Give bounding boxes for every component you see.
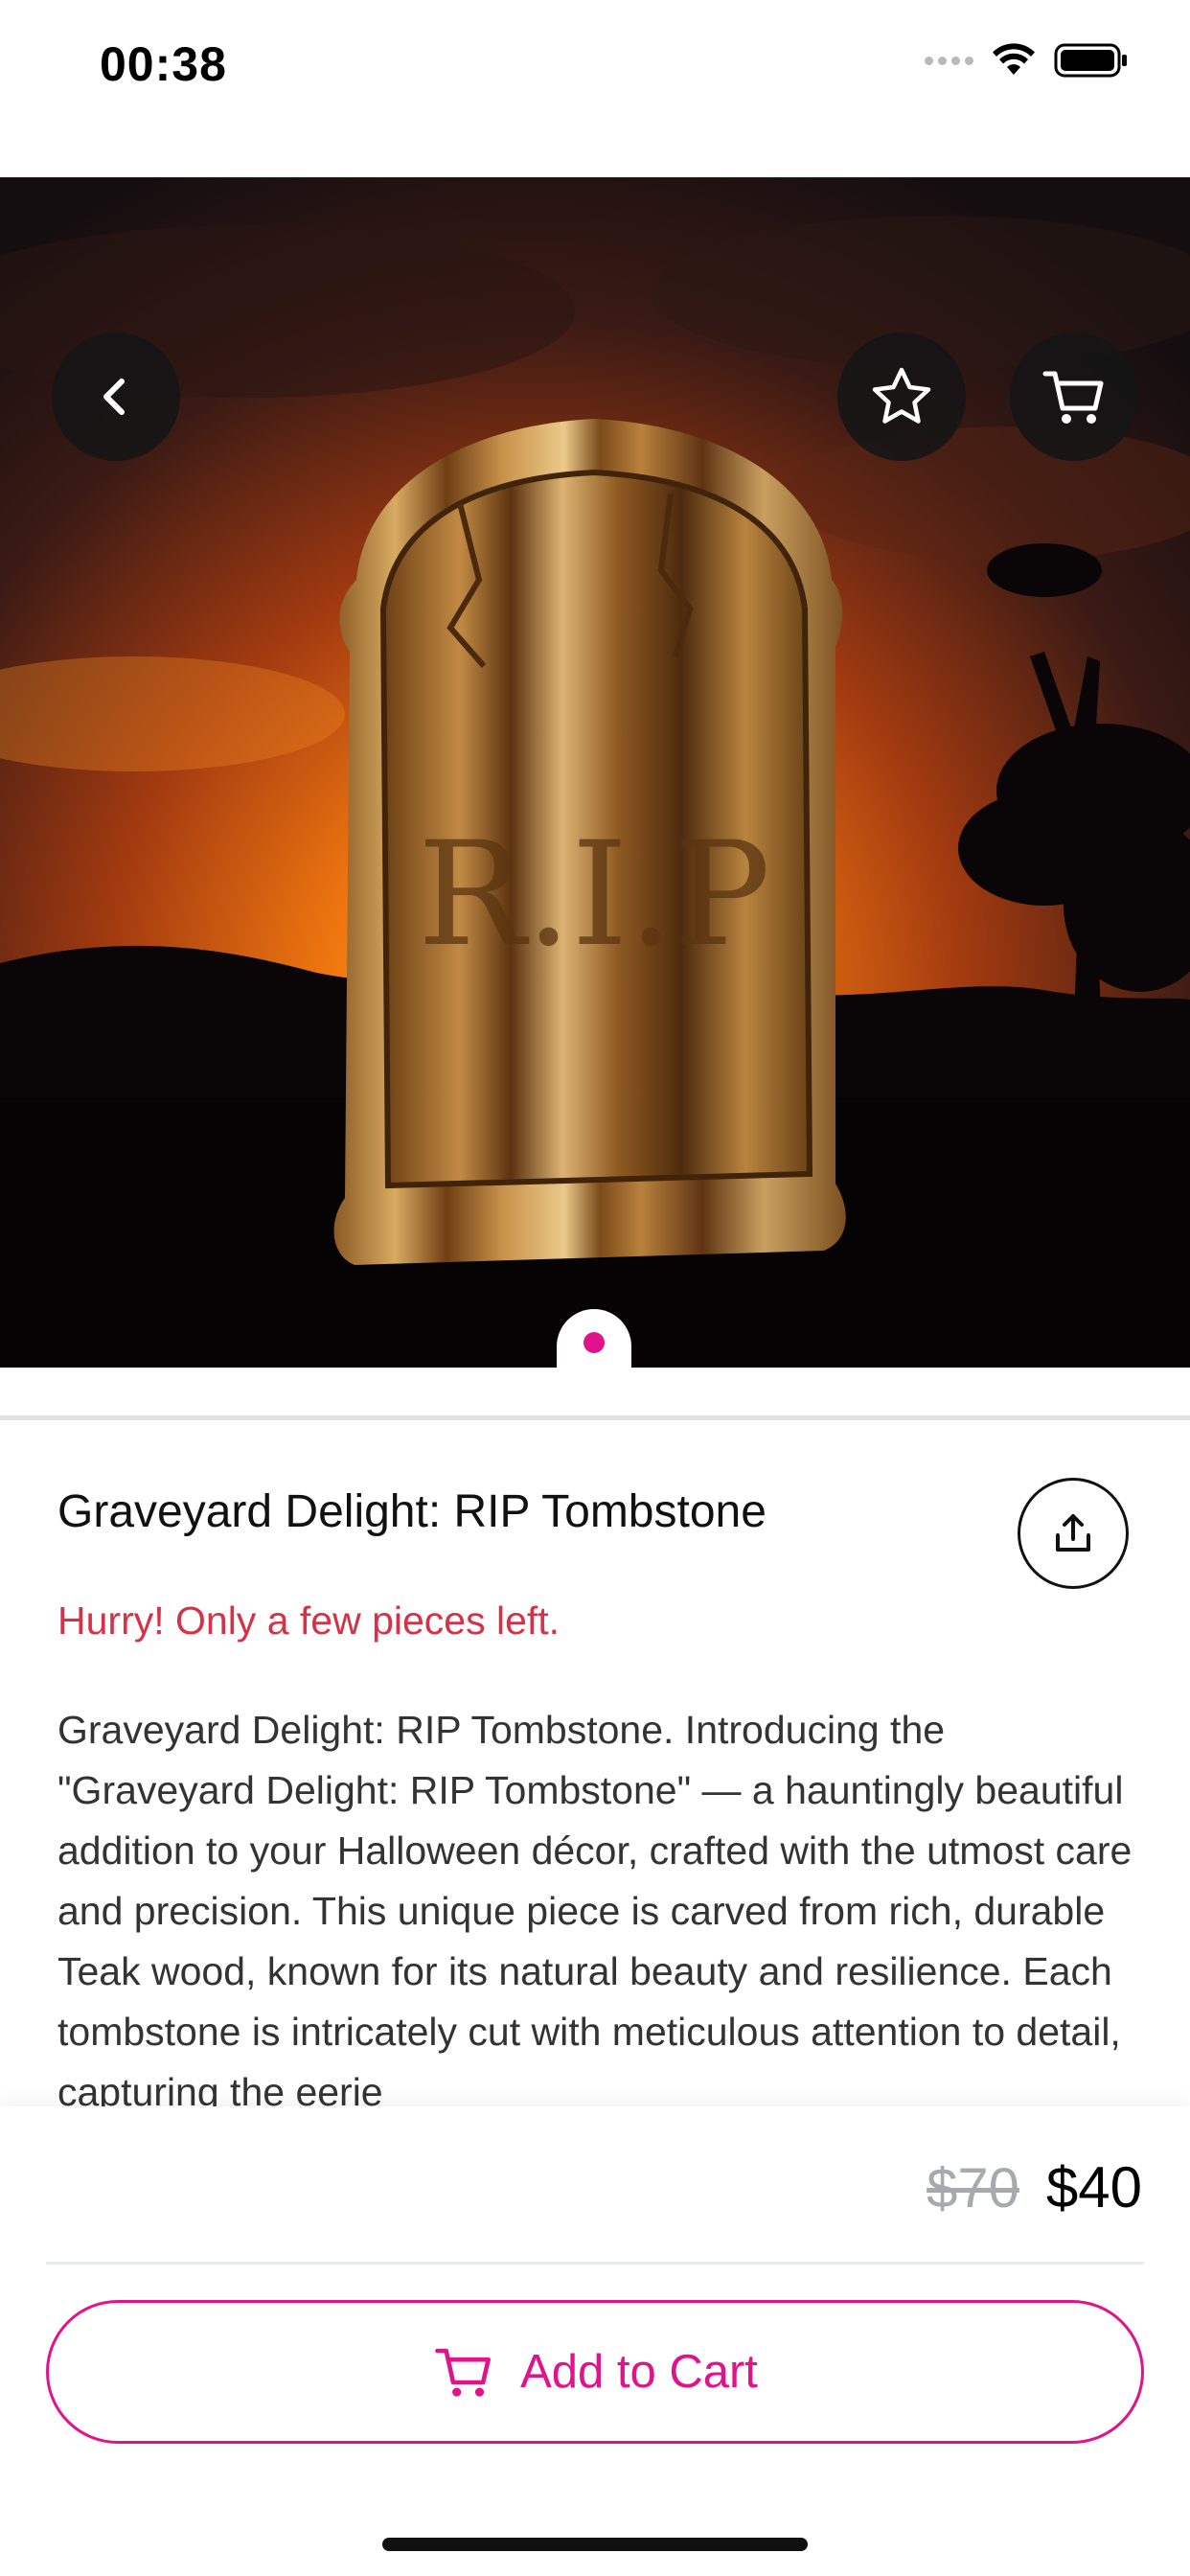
back-button[interactable] [52,333,180,461]
sale-price: $40 [1045,2155,1142,2220]
purchase-bar: $70 $40 Add to Cart [0,2106,1190,2576]
product-image-gallery[interactable]: R.I.P [0,177,1190,1368]
star-icon [872,367,931,424]
status-icons [925,42,1129,79]
stock-warning: Hurry! Only a few pieces left. [57,1598,561,1643]
tombstone-carving: R.I.P [418,812,770,978]
favorite-button[interactable] [837,333,966,461]
divider [46,2262,1144,2265]
battery-icon [1054,43,1127,78]
product-description: Graveyard Delight: RIP Tombstone. Introd… [57,1708,1133,2114]
product-title: Graveyard Delight: RIP Tombstone [57,1486,767,1537]
shopping-cart-icon [435,2348,492,2397]
cart-button[interactable] [1010,333,1138,461]
status-time: 00:38 [100,37,227,91]
price-row: $70 $40 [927,2154,1142,2220]
status-bar: 00:38 [0,0,1190,134]
product-image: R.I.P [0,177,1190,1368]
original-price: $70 [927,2157,1019,2220]
divider [0,1415,1190,1420]
chevron-left-icon [103,379,125,415]
add-to-cart-button[interactable]: Add to Cart [46,2300,1144,2444]
add-to-cart-label: Add to Cart [520,2346,758,2398]
wifi-icon [993,43,1035,75]
home-indicator[interactable] [382,2538,808,2551]
shopping-cart-icon [1042,371,1104,424]
share-button[interactable] [1018,1478,1129,1589]
cellular-signal-icon [925,56,973,65]
share-upload-icon [1056,1514,1090,1552]
active-page-dot [584,1332,605,1353]
